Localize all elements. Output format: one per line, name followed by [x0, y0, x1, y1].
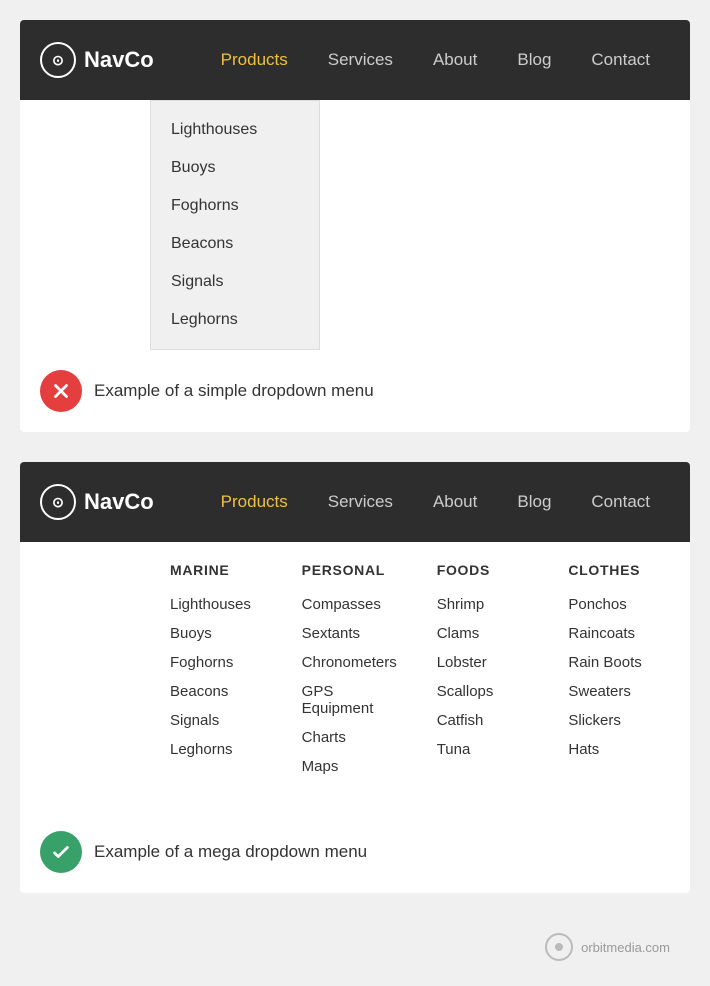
mega-item-sweaters[interactable]: Sweaters — [568, 677, 660, 706]
bottom-logo: ⊙ NavCo — [40, 484, 154, 520]
top-logo: ⊙ NavCo — [40, 42, 154, 78]
simple-dropdown-section: ⊙ NavCo Products Services About Blog Con… — [20, 20, 690, 432]
top-nav-about[interactable]: About — [413, 20, 497, 100]
mega-item-maps[interactable]: Maps — [302, 752, 397, 781]
mega-col-clothes: CLOTHES Ponchos Raincoats Rain Boots Swe… — [548, 562, 680, 781]
mega-item-lighthouses[interactable]: Lighthouses — [170, 590, 262, 619]
mega-item-charts[interactable]: Charts — [302, 723, 397, 752]
dropdown-item-buoys[interactable]: Buoys — [151, 149, 319, 187]
mega-item-raincoats[interactable]: Raincoats — [568, 619, 660, 648]
mega-menu-panel: MARINE Lighthouses Buoys Foghorns Beacon… — [20, 542, 690, 811]
top-nav-blog[interactable]: Blog — [497, 20, 571, 100]
top-nav-contact[interactable]: Contact — [571, 20, 670, 100]
bottom-nav-blog[interactable]: Blog — [497, 462, 571, 542]
simple-example-row: Example of a simple dropdown menu — [20, 350, 690, 432]
mega-item-hats[interactable]: Hats — [568, 735, 660, 764]
mega-item-gps[interactable]: GPS Equipment — [302, 677, 397, 723]
bottom-navbar: ⊙ NavCo Products Services About Blog Con… — [20, 462, 690, 542]
mega-item-sextants[interactable]: Sextants — [302, 619, 397, 648]
x-icon — [50, 380, 72, 402]
bottom-logo-text: NavCo — [84, 489, 154, 515]
top-nav-links: Products Services About Blog Contact — [201, 20, 670, 100]
simple-dropdown-panel: Lighthouses Buoys Foghorns Beacons Signa… — [150, 100, 320, 350]
mega-item-scallops[interactable]: Scallops — [437, 677, 529, 706]
top-nav-services[interactable]: Services — [308, 20, 413, 100]
mega-col-marine-header: MARINE — [170, 562, 262, 578]
top-navbar: ⊙ NavCo Products Services About Blog Con… — [20, 20, 690, 100]
mega-item-compasses[interactable]: Compasses — [302, 590, 397, 619]
mega-dropdown-section: ⊙ NavCo Products Services About Blog Con… — [20, 462, 690, 893]
mega-col-personal-header: PERSONAL — [302, 562, 397, 578]
mega-item-leghorns[interactable]: Leghorns — [170, 735, 262, 764]
mega-item-foghorns[interactable]: Foghorns — [170, 648, 262, 677]
bottom-nav-products[interactable]: Products — [201, 462, 308, 542]
bottom-nav-services[interactable]: Services — [308, 462, 413, 542]
bottom-nav-about[interactable]: About — [413, 462, 497, 542]
mega-item-slickers[interactable]: Slickers — [568, 706, 660, 735]
mega-example-row: Example of a mega dropdown menu — [20, 811, 690, 893]
mega-item-rain-boots[interactable]: Rain Boots — [568, 648, 660, 677]
dropdown-item-beacons[interactable]: Beacons — [151, 225, 319, 263]
bottom-logo-icon: ⊙ — [40, 484, 76, 520]
watermark-text: orbitmedia.com — [581, 940, 670, 955]
mega-item-lobster[interactable]: Lobster — [437, 648, 529, 677]
mega-item-ponchos[interactable]: Ponchos — [568, 590, 660, 619]
top-logo-icon: ⊙ — [40, 42, 76, 78]
mega-col-clothes-header: CLOTHES — [568, 562, 660, 578]
good-icon-circle — [40, 831, 82, 873]
mega-item-chronometers[interactable]: Chronometers — [302, 648, 397, 677]
mega-col-personal: PERSONAL Compasses Sextants Chronometers… — [282, 562, 417, 781]
mega-col-marine: MARINE Lighthouses Buoys Foghorns Beacon… — [150, 562, 282, 781]
mega-item-tuna[interactable]: Tuna — [437, 735, 529, 764]
dropdown-item-signals[interactable]: Signals — [151, 263, 319, 301]
mega-item-buoys[interactable]: Buoys — [170, 619, 262, 648]
mega-item-signals[interactable]: Signals — [170, 706, 262, 735]
mega-menu-inner: MARINE Lighthouses Buoys Foghorns Beacon… — [20, 542, 690, 811]
mega-col-foods-header: FOODS — [437, 562, 529, 578]
bottom-nav-links: Products Services About Blog Contact — [201, 462, 670, 542]
bad-icon-circle — [40, 370, 82, 412]
top-nav-products[interactable]: Products — [201, 20, 308, 100]
simple-example-label: Example of a simple dropdown menu — [94, 381, 374, 401]
bottom-nav-contact[interactable]: Contact — [571, 462, 670, 542]
mega-item-clams[interactable]: Clams — [437, 619, 529, 648]
mega-col-foods: FOODS Shrimp Clams Lobster Scallops Catf… — [417, 562, 549, 781]
mega-item-catfish[interactable]: Catfish — [437, 706, 529, 735]
mega-example-label: Example of a mega dropdown menu — [94, 842, 367, 862]
dropdown-item-lighthouses[interactable]: Lighthouses — [151, 111, 319, 149]
mega-item-beacons[interactable]: Beacons — [170, 677, 262, 706]
mega-item-shrimp[interactable]: Shrimp — [437, 590, 529, 619]
watermark-icon — [545, 933, 573, 961]
dropdown-item-leghorns[interactable]: Leghorns — [151, 301, 319, 339]
watermark: orbitmedia.com — [20, 923, 690, 966]
check-icon — [50, 841, 72, 863]
top-logo-text: NavCo — [84, 47, 154, 73]
dropdown-item-foghorns[interactable]: Foghorns — [151, 187, 319, 225]
